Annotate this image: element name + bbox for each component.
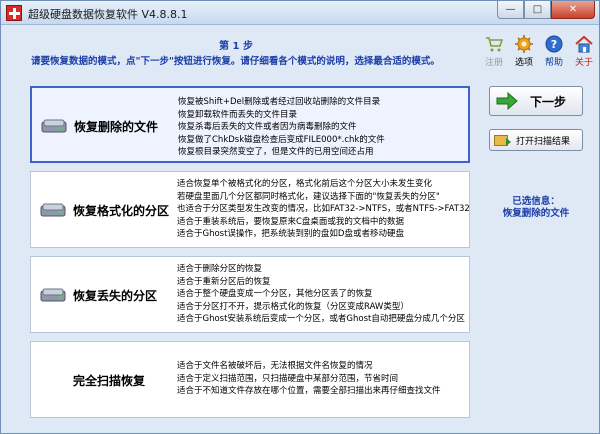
- register-button[interactable]: 注册: [481, 35, 507, 69]
- app-logo-icon: [6, 5, 22, 21]
- step-title: 第 1 步: [219, 41, 253, 52]
- options-button[interactable]: 选项: [511, 35, 537, 69]
- svg-text:?: ?: [551, 38, 557, 51]
- description-line: 适合于Ghost安装系统后变成一个分区，或者Ghost自动把硬盘分成几个分区: [177, 314, 465, 324]
- open-scan-results-button[interactable]: 打开扫描结果: [489, 129, 583, 151]
- title-bar[interactable]: 超级硬盘数据恢复软件 V4.8.8.1 — □ ✕: [1, 1, 599, 25]
- maximize-button[interactable]: □: [524, 1, 551, 19]
- minimize-button[interactable]: —: [497, 1, 524, 19]
- description-line: 适合于删除分区的恢复: [177, 264, 263, 274]
- selected-info-heading: 已选信息：: [512, 196, 560, 207]
- disk-icon: [40, 288, 66, 302]
- close-button[interactable]: ✕: [551, 1, 595, 19]
- description-line: 适合于分区打不开，提示格式化的恢复（分区变成RAW类型）: [177, 301, 409, 312]
- description-line: 适合于Ghost误操作，把系统装到别的盘如D盘或者移动硬盘: [177, 229, 404, 239]
- description-line: 恢复卸载软件而丢失的文件目录: [178, 109, 298, 120]
- selected-info: 已选信息： 恢复删除的文件: [481, 196, 591, 220]
- mode-recover-deleted-files[interactable]: 恢复删除的文件 恢复被Shift+Del删除或者经过回收站删除的文件目录 恢复卸…: [30, 86, 470, 163]
- about-label: 关于: [574, 58, 593, 68]
- description-line: 若硬盘里面几个分区都同时格式化，建议选择下面的"恢复丢失的分区": [177, 191, 440, 202]
- disk-icon: [41, 119, 67, 133]
- options-label: 选项: [514, 58, 533, 68]
- help-icon: ?: [545, 35, 563, 53]
- mode-description: 适合恢复单个被格式化的分区，格式化前后这个分区大小未发生变化 若硬盘里面几个分区…: [177, 178, 469, 241]
- mode-full-scan-recovery[interactable]: 完全扫描恢复 适合于文件名被破坏后，无法根据文件名恢复的情况 适合于定义扫描范围…: [30, 341, 470, 418]
- description-line: 恢复做了ChkDsk磁盘检查后变成FILE000*.chk的文件: [178, 134, 385, 145]
- register-label: 注册: [484, 58, 503, 68]
- description-line: 适合于定义扫描范围，只扫描硬盘中某部分范围，节省时间: [177, 373, 399, 384]
- help-button[interactable]: ? 帮助: [541, 35, 567, 69]
- window-controls: — □ ✕: [497, 1, 595, 20]
- mode-recover-lost-partition[interactable]: 恢复丢失的分区 适合于删除分区的恢复 适合于重新分区后的恢复 适合于整个硬盘变成…: [30, 256, 470, 333]
- mode-description: 适合于删除分区的恢复 适合于重新分区后的恢复 适合于整个硬盘变成一个分区，其他分…: [177, 263, 469, 326]
- description-line: 恢复根目录突然变空了，但是文件的已用空间还占用: [178, 147, 374, 157]
- next-step-button[interactable]: 下一步: [489, 86, 583, 116]
- arrow-right-icon: [496, 92, 518, 110]
- description-line: 适合于整个硬盘变成一个分区，其他分区丢了的恢复: [177, 289, 373, 299]
- description-line: 恢复杀毒后丢失的文件或者因为病毒删除的文件: [178, 122, 357, 132]
- description-line: 适合于重新分区后的恢复: [177, 276, 271, 287]
- description-line: 恢复被Shift+Del删除或者经过回收站删除的文件目录: [178, 97, 381, 107]
- description-line: 也适合于分区类型发生改变的情况，比如FAT32->NTFS，或者NTFS->FA…: [177, 204, 469, 214]
- mode-description: 恢复被Shift+Del删除或者经过回收站删除的文件目录 恢复卸载软件而丢失的文…: [178, 96, 470, 159]
- disk-icon: [40, 203, 66, 217]
- description-line: 适合于不知道文件存放在哪个位置，需要全部扫描出来再仔细查找文件: [177, 386, 441, 396]
- mode-recover-formatted-partition[interactable]: 恢复格式化的分区 适合恢复单个被格式化的分区，格式化前后这个分区大小未发生变化 …: [30, 171, 470, 248]
- mode-title: 完全扫描恢复: [73, 374, 146, 388]
- description-line: 适合恢复单个被格式化的分区，格式化前后这个分区大小未发生变化: [177, 179, 433, 189]
- window-title: 超级硬盘数据恢复软件 V4.8.8.1: [28, 8, 188, 21]
- cart-icon: [485, 35, 503, 53]
- about-button[interactable]: 关于: [571, 35, 597, 69]
- description-line: 适合于文件名被破坏后，无法根据文件名恢复的情况: [177, 361, 373, 371]
- open-scan-results-label: 打开扫描结果: [516, 136, 571, 147]
- mode-title: 恢复格式化的分区: [73, 204, 170, 218]
- selected-info-value: 恢复删除的文件: [502, 208, 570, 219]
- next-step-label: 下一步: [530, 94, 567, 109]
- toolbar: 注册 选项 ? 帮助 关于: [481, 35, 597, 69]
- mode-title: 恢复丢失的分区: [73, 289, 158, 303]
- gear-icon: [515, 35, 533, 53]
- folder-open-icon: [494, 134, 511, 146]
- step-instruction: 请要恢复数据的模式，点"下一步"按钮进行恢复。请仔细看各个模式的说明，选择最合适…: [31, 56, 440, 67]
- mode-title: 恢复删除的文件: [74, 120, 159, 134]
- description-line: 适合于重装系统后，要恢复原来C盘桌面或我的文档中的数据: [177, 216, 404, 227]
- app-window: 超级硬盘数据恢复软件 V4.8.8.1 — □ ✕ 第 1 步 请要恢复数据的模…: [0, 0, 600, 434]
- mode-description: 适合于文件名被破坏后，无法根据文件名恢复的情况 适合于定义扫描范围，只扫描硬盘中…: [177, 360, 469, 398]
- help-label: 帮助: [544, 58, 563, 68]
- home-icon: [575, 35, 593, 53]
